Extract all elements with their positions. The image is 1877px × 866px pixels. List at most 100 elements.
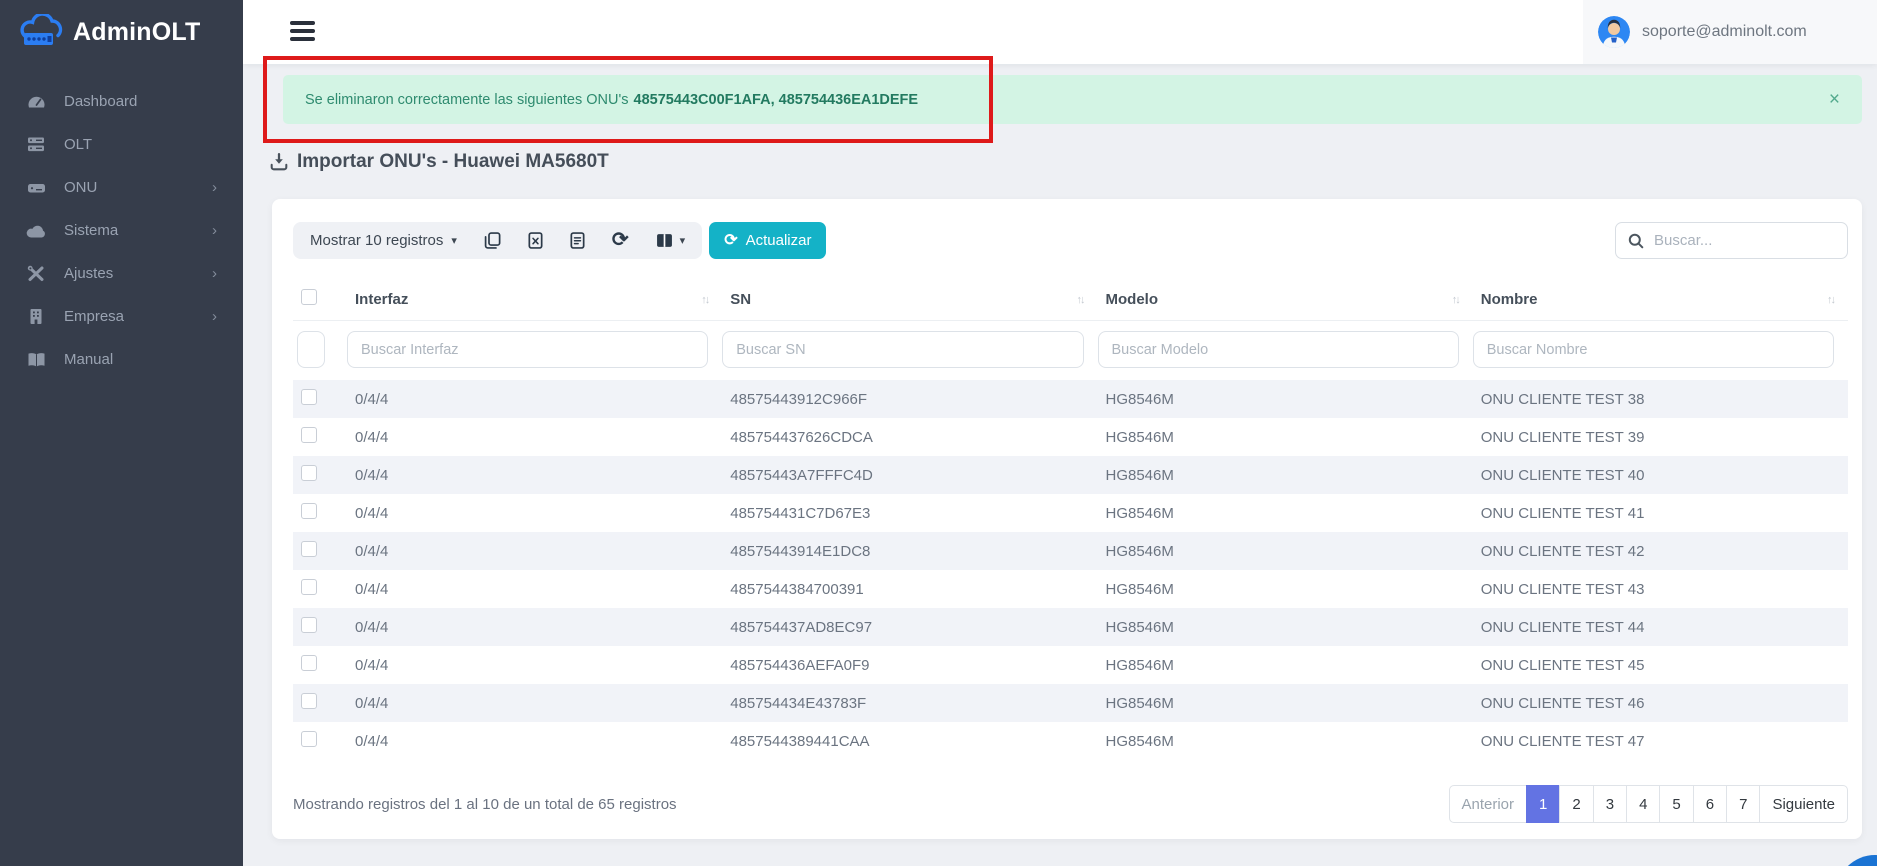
reload-table-button[interactable]: ⟳ <box>612 230 629 250</box>
column-header[interactable]: Interfaz ↑↓ <box>347 291 722 308</box>
topbar: soporte@adminolt.com <box>243 0 1877 64</box>
alert-message: Se eliminaron correctamente las siguient… <box>305 92 918 108</box>
table-row[interactable]: 0/4/4 48575443A7FFFC4D HG8546M ONU CLIEN… <box>293 456 1848 494</box>
sidebar-item-ajustes[interactable]: Ajustes › <box>0 252 243 295</box>
cell-nombre: ONU CLIENTE TEST 45 <box>1473 657 1848 674</box>
cell-interfaz: 0/4/4 <box>347 429 722 446</box>
brand-logo[interactable]: AdminOLT <box>0 0 243 64</box>
column-header[interactable]: SN ↑↓ <box>722 291 1097 308</box>
table-row[interactable]: 0/4/4 4857544384700391 HG8546M ONU CLIEN… <box>293 570 1848 608</box>
row-checkbox[interactable] <box>301 579 317 595</box>
pagination-page-button[interactable]: 3 <box>1593 785 1627 823</box>
gauge-icon <box>25 93 47 110</box>
row-checkbox[interactable] <box>301 427 317 443</box>
alert-highlight-sns: 48575443C00F1AFA, 485754436EA1DEFE <box>634 92 919 108</box>
actualizar-button[interactable]: ⟳ Actualizar <box>709 222 826 259</box>
column-filter-input[interactable] <box>1098 331 1459 368</box>
cell-sn: 4857544389441CAA <box>722 733 1097 750</box>
column-header[interactable]: Modelo ↑↓ <box>1098 291 1473 308</box>
row-checkbox[interactable] <box>301 693 317 709</box>
alert-close-icon[interactable]: × <box>1829 90 1840 109</box>
table-row[interactable]: 0/4/4 485754431C7D67E3 HG8546M ONU CLIEN… <box>293 494 1848 532</box>
cell-modelo: HG8546M <box>1098 391 1473 408</box>
table-row[interactable]: 0/4/4 485754437626CDCA HG8546M ONU CLIEN… <box>293 418 1848 456</box>
cell-sn: 48575443914E1DC8 <box>722 543 1097 560</box>
table-row[interactable]: 0/4/4 48575443912C966F HG8546M ONU CLIEN… <box>293 380 1848 418</box>
copy-icon <box>484 232 501 249</box>
cell-interfaz: 0/4/4 <box>347 581 722 598</box>
column-visibility-button[interactable]: ▾ <box>656 233 686 248</box>
cell-sn: 485754434E43783F <box>722 695 1097 712</box>
onu-device-icon <box>25 181 47 195</box>
pagination-page-button[interactable]: 7 <box>1726 785 1760 823</box>
pagination-page-button[interactable]: 1 <box>1526 785 1560 823</box>
user-menu[interactable]: soporte@adminolt.com <box>1583 0 1877 64</box>
cell-nombre: ONU CLIENTE TEST 40 <box>1473 467 1848 484</box>
pagination-next-button[interactable]: Siguiente <box>1759 785 1848 823</box>
sync-icon: ⟳ <box>612 230 629 250</box>
table-row[interactable]: 0/4/4 48575443914E1DC8 HG8546M ONU CLIEN… <box>293 532 1848 570</box>
avatar <box>1598 16 1630 48</box>
column-filter-input[interactable] <box>1473 331 1834 368</box>
sidebar-item-empresa[interactable]: Empresa › <box>0 295 243 338</box>
row-checkbox[interactable] <box>301 655 317 671</box>
table-row[interactable]: 0/4/4 485754437AD8EC97 HG8546M ONU CLIEN… <box>293 608 1848 646</box>
cell-modelo: HG8546M <box>1098 467 1473 484</box>
search-input[interactable] <box>1654 232 1853 249</box>
column-filter-input[interactable] <box>722 331 1083 368</box>
sidebar: AdminOLT Dashboard OLT ONU › Sistema <box>0 0 243 866</box>
columns-icon <box>656 233 673 248</box>
row-checkbox[interactable] <box>301 503 317 519</box>
pagination-prev-button[interactable]: Anterior <box>1449 785 1528 823</box>
menu-toggle-button[interactable] <box>290 21 315 41</box>
column-label: Modelo <box>1106 291 1159 308</box>
table-search <box>1615 222 1848 259</box>
column-header[interactable]: Nombre ↑↓ <box>1473 291 1848 308</box>
pagination-pages: 1 2 3 4 5 6 7 <box>1527 785 1760 823</box>
table-row[interactable]: 0/4/4 485754436AEFA0F9 HG8546M ONU CLIEN… <box>293 646 1848 684</box>
sidebar-item-olt[interactable]: OLT <box>0 123 243 166</box>
pagination-page-button[interactable]: 2 <box>1559 785 1593 823</box>
sidebar-nav: Dashboard OLT ONU › Sistema › Aj <box>0 64 243 381</box>
cell-sn: 485754431C7D67E3 <box>722 505 1097 522</box>
row-checkbox[interactable] <box>301 541 317 557</box>
cell-nombre: ONU CLIENTE TEST 41 <box>1473 505 1848 522</box>
row-checkbox[interactable] <box>301 731 317 747</box>
select-all-checkbox[interactable] <box>301 289 317 305</box>
cell-nombre: ONU CLIENTE TEST 39 <box>1473 429 1848 446</box>
user-email: soporte@adminolt.com <box>1642 23 1807 41</box>
row-checkbox[interactable] <box>301 389 317 405</box>
row-checkbox[interactable] <box>301 465 317 481</box>
sidebar-item-sistema[interactable]: Sistema › <box>0 209 243 252</box>
cell-modelo: HG8546M <box>1098 695 1473 712</box>
column-label: SN <box>730 291 751 308</box>
export-file-button[interactable] <box>570 232 585 249</box>
cell-interfaz: 0/4/4 <box>347 619 722 636</box>
table-filter-row <box>293 321 1848 380</box>
toolbar-group: Mostrar 10 registros ▾ <box>293 222 702 259</box>
sort-icon: ↑↓ <box>1827 294 1834 306</box>
row-checkbox[interactable] <box>301 617 317 633</box>
file-excel-icon <box>528 232 543 249</box>
cell-interfaz: 0/4/4 <box>347 657 722 674</box>
cell-modelo: HG8546M <box>1098 505 1473 522</box>
download-icon <box>270 153 288 171</box>
cell-nombre: ONU CLIENTE TEST 42 <box>1473 543 1848 560</box>
cell-nombre: ONU CLIENTE TEST 47 <box>1473 733 1848 750</box>
pagination-page-button[interactable]: 6 <box>1693 785 1727 823</box>
table-row[interactable]: 0/4/4 485754434E43783F HG8546M ONU CLIEN… <box>293 684 1848 722</box>
sort-icon: ↑↓ <box>701 294 708 306</box>
checkbox-column-filter[interactable] <box>297 331 325 368</box>
sidebar-item-onu[interactable]: ONU › <box>0 166 243 209</box>
pagination-page-button[interactable]: 4 <box>1626 785 1660 823</box>
export-excel-button[interactable] <box>528 232 543 249</box>
sidebar-item-dashboard[interactable]: Dashboard <box>0 80 243 123</box>
pagination-page-button[interactable]: 5 <box>1659 785 1693 823</box>
chevron-right-icon: › <box>212 266 217 281</box>
table-row[interactable]: 0/4/4 4857544389441CAA HG8546M ONU CLIEN… <box>293 722 1848 760</box>
copy-button[interactable] <box>484 232 501 249</box>
column-filter-input[interactable] <box>347 331 708 368</box>
cell-modelo: HG8546M <box>1098 733 1473 750</box>
page-length-select[interactable]: Mostrar 10 registros ▾ <box>310 232 457 249</box>
sidebar-item-manual[interactable]: Manual <box>0 338 243 381</box>
